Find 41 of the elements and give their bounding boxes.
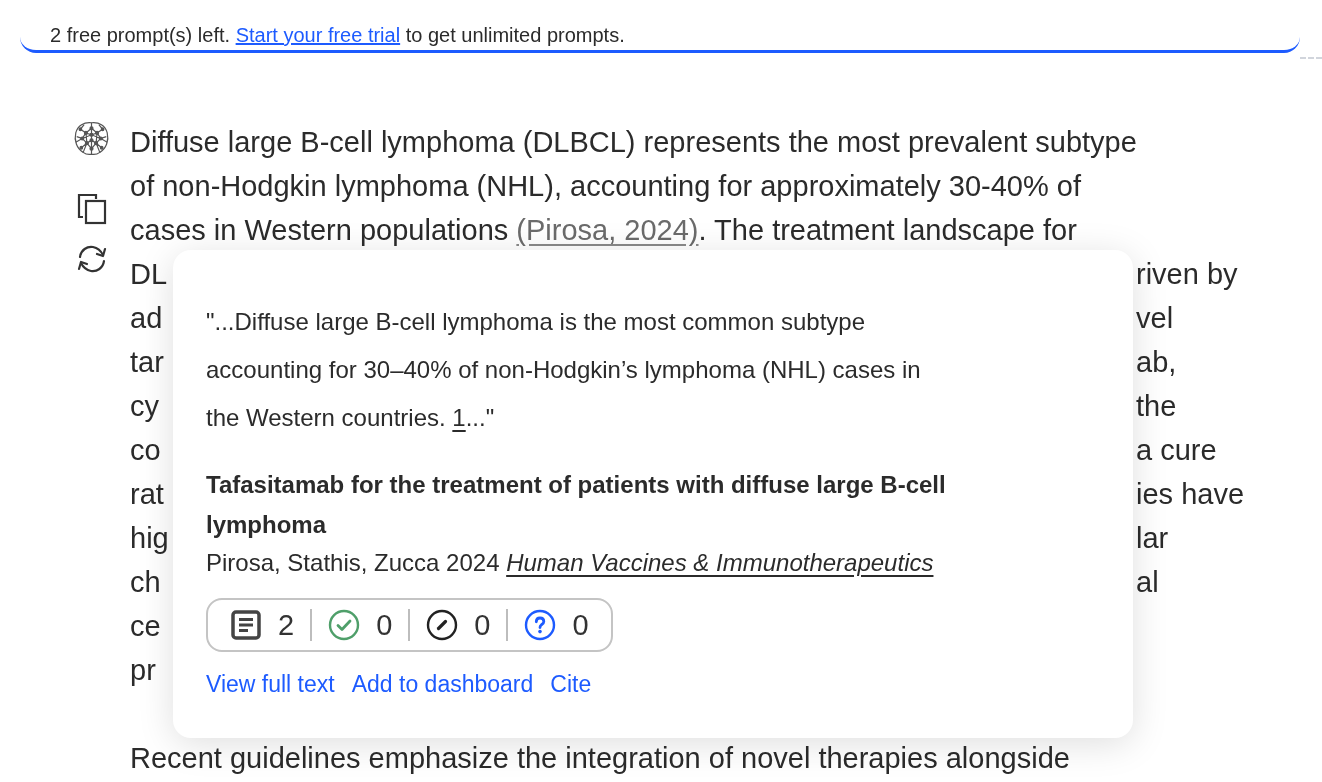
question-circle-icon <box>524 609 557 641</box>
trial-link[interactable]: Start your free trial <box>235 24 401 46</box>
brain-icon <box>73 120 110 157</box>
slash-circle-icon <box>426 609 459 641</box>
document-icon <box>230 609 262 641</box>
text-fragment: pr <box>130 653 156 688</box>
answer-paragraph: Recent guidelines emphasize the integration of novel therapies alongside <box>130 741 1071 776</box>
refresh-icon[interactable] <box>77 243 107 275</box>
text-fragment: ch <box>130 565 161 600</box>
text-fragment: ab, <box>1136 345 1177 380</box>
text-fragment: ies have <box>1136 477 1244 512</box>
footnote-link[interactable]: 1 <box>452 404 466 431</box>
source-meta: Pirosa, Stathis, Zucca 2024 Human Vaccines & Immunotherapeutics <box>206 548 934 578</box>
action-link[interactable]: View full text <box>206 668 335 700</box>
text-fragment: cy <box>130 389 159 424</box>
action-link[interactable]: Add to dashboard <box>351 668 534 700</box>
stat-count: 0 <box>572 609 589 641</box>
text-fragment: a cure <box>1136 433 1217 468</box>
text-fragment: riven by <box>1136 257 1238 292</box>
stat-count: 0 <box>474 609 491 641</box>
stat-count: 2 <box>278 609 295 641</box>
quote-text: "...Diffuse large B-cell lymphoma is the most common subtype accounting for 30–40% of non-Hodgkin’s lymphoma (NHL) cases in the Western countries. 1..." <box>206 307 921 433</box>
source-title: Tafasitamab for the treatment of patients with diffuse large B-cell lymphoma <box>206 470 947 540</box>
text-fragment: ce <box>130 609 161 644</box>
text-fragment: ad <box>130 301 163 336</box>
action-link[interactable]: Cite <box>550 668 592 700</box>
stat-count: 0 <box>376 609 393 641</box>
check-circle-icon <box>328 609 361 641</box>
journal-link[interactable]: Human Vaccines & Immunotherapeutics <box>506 549 934 576</box>
text-fragment: tar <box>130 345 164 380</box>
notice-text: 2 free prompt(s) left. Start your free trial to get unlimited prompts. <box>50 23 625 48</box>
copy-icon[interactable] <box>77 193 107 225</box>
text-fragment: rat <box>130 477 164 512</box>
text-fragment: al <box>1136 565 1159 600</box>
citation-link[interactable]: (Pirosa, 2024) <box>516 214 699 246</box>
text-fragment: hig <box>130 521 169 556</box>
text-fragment: DL <box>130 257 168 292</box>
text-fragment: the <box>1136 389 1177 424</box>
text-fragment: vel <box>1136 301 1174 336</box>
text-fragment: lar <box>1136 521 1169 556</box>
text-fragment: co <box>130 433 161 468</box>
